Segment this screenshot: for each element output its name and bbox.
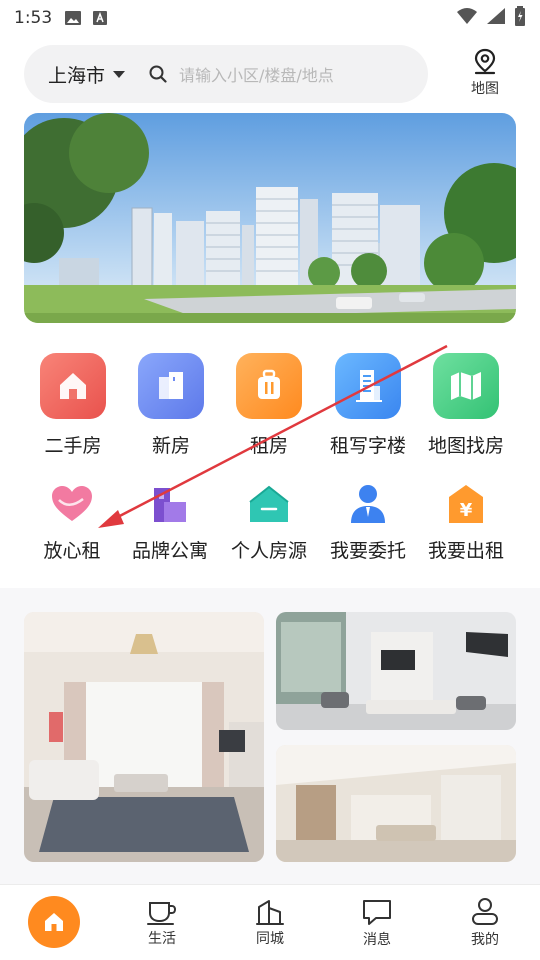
category-new-house[interactable]: 新房 — [121, 353, 221, 458]
category-label: 二手房 — [44, 435, 102, 457]
category-label: 个人房源 — [230, 540, 307, 562]
nav-home[interactable] — [28, 896, 80, 948]
category-label: 租房 — [249, 435, 288, 457]
map-pin-icon — [474, 48, 496, 75]
signal-icon — [486, 7, 506, 29]
agent-icon — [344, 480, 392, 528]
person-icon — [472, 898, 498, 925]
category-second-hand[interactable]: 二手房 — [23, 353, 123, 458]
listing-photo-living-room[interactable] — [24, 612, 264, 862]
category-lease-out[interactable]: ¥ 我要出租 — [416, 480, 516, 563]
city-building-icon — [256, 900, 284, 925]
apartment-icon — [146, 480, 194, 528]
status-bar: 1:53 — [0, 0, 540, 36]
category-safe-rent[interactable]: 放心租 — [22, 480, 122, 563]
nav-label: 消息 — [363, 932, 391, 948]
nav-profile[interactable]: 我的 — [445, 885, 525, 960]
office-tower-icon — [335, 353, 401, 419]
category-label: 放心租 — [43, 540, 101, 562]
search-icon — [149, 65, 167, 83]
map-label: 地图 — [471, 81, 499, 97]
chat-bubble-icon — [363, 900, 391, 925]
coffee-cup-icon — [147, 902, 177, 925]
category-label: 我要出租 — [427, 540, 504, 562]
bottom-nav: 生活 同城 消息 我的 — [0, 884, 540, 960]
map-button[interactable]: 地图 — [458, 48, 512, 100]
chevron-down-icon[interactable] — [113, 70, 126, 78]
battery-charging-icon — [514, 6, 526, 30]
nav-label: 生活 — [148, 931, 176, 947]
category-rent[interactable]: 租房 — [219, 353, 319, 458]
banner-image[interactable] — [24, 113, 516, 323]
svg-text:¥: ¥ — [460, 500, 473, 521]
building-icon — [138, 353, 204, 419]
category-label: 品牌公寓 — [131, 540, 208, 562]
home-icon — [245, 480, 293, 528]
category-entrust[interactable]: 我要委托 — [318, 480, 418, 563]
nav-city[interactable]: 同城 — [230, 885, 310, 960]
category-office-rent[interactable]: 租写字楼 — [318, 353, 418, 458]
nav-messages[interactable]: 消息 — [337, 885, 417, 960]
nav-life[interactable]: 生活 — [122, 885, 202, 960]
search-input[interactable]: 请输入小区/楼盘/地点 — [179, 62, 334, 86]
home-icon — [45, 913, 63, 931]
nav-label: 同城 — [256, 931, 284, 947]
a-text-icon — [92, 10, 108, 26]
image-icon — [64, 10, 82, 26]
house-icon — [40, 353, 106, 419]
category-label: 我要委托 — [329, 540, 406, 562]
heart-icon — [48, 480, 96, 528]
wifi-icon — [456, 7, 478, 29]
status-time: 1:53 — [14, 8, 53, 28]
category-map-search[interactable]: 地图找房 — [416, 353, 516, 458]
suitcase-icon — [236, 353, 302, 419]
category-label: 租写字楼 — [329, 435, 406, 457]
nav-label: 我的 — [471, 932, 499, 948]
category-brand-apartment[interactable]: 品牌公寓 — [120, 480, 220, 563]
listing-photo-tv-room[interactable] — [276, 612, 516, 730]
category-label: 新房 — [151, 435, 190, 457]
listing-photo-bedroom[interactable] — [276, 745, 516, 862]
map-icon — [433, 353, 499, 419]
search-bar[interactable]: 上海市 请输入小区/楼盘/地点 — [24, 45, 428, 103]
city-selector[interactable]: 上海市 — [48, 61, 105, 88]
category-label: 地图找房 — [427, 435, 504, 457]
category-personal-listing[interactable]: 个人房源 — [219, 480, 319, 563]
yuan-tag-icon: ¥ — [442, 480, 490, 528]
